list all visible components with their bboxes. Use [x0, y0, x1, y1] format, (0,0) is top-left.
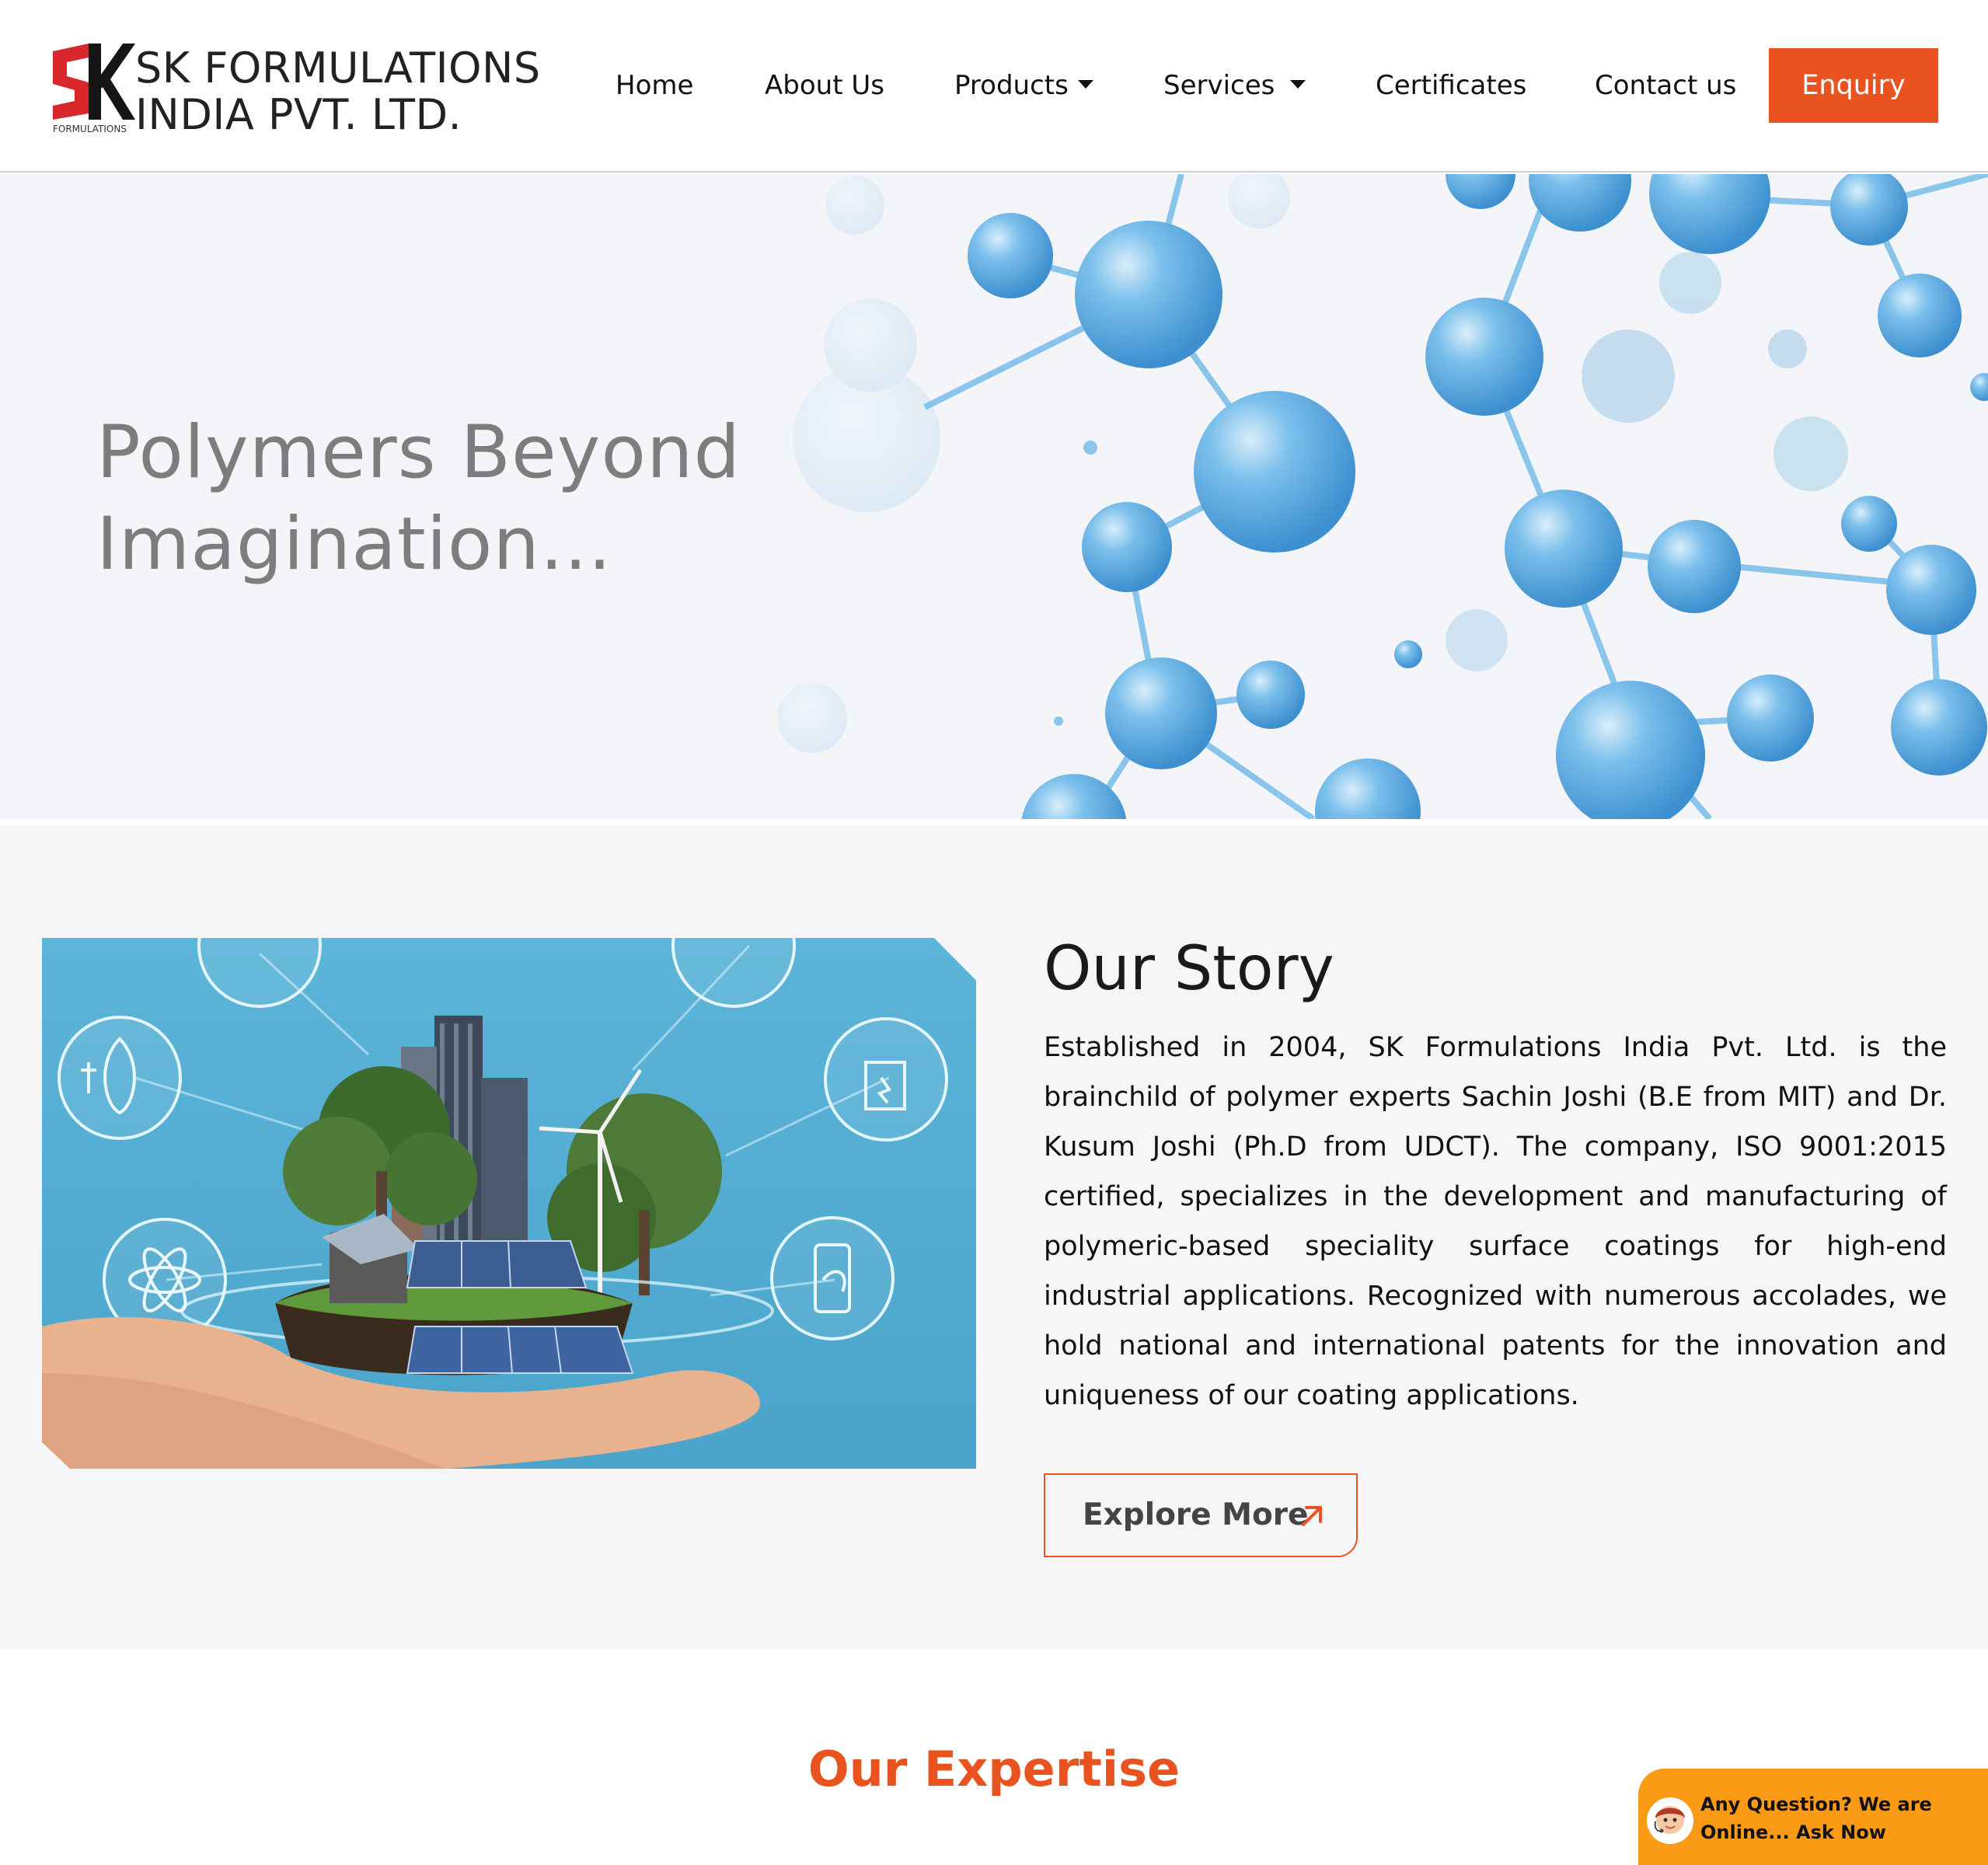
- nav-home[interactable]: Home: [616, 48, 693, 123]
- chat-text-line1: Any Question? We are: [1700, 1794, 1932, 1815]
- enquiry-button[interactable]: Enquiry: [1769, 48, 1938, 123]
- nav-about-us[interactable]: About Us: [765, 48, 884, 123]
- nav-certificates[interactable]: Certificates: [1376, 48, 1526, 123]
- our-story-section: Our Story Established in 2004, SK Formul…: [0, 825, 1988, 1649]
- chat-widget[interactable]: Any Question? We are Online... Ask Now: [1638, 1769, 1988, 1865]
- nav-contact-us[interactable]: Contact us: [1595, 48, 1736, 123]
- arrow-up-right-icon: [1302, 1506, 1322, 1526]
- support-agent-icon: [1647, 1797, 1693, 1844]
- nav-services-label: Services: [1163, 70, 1275, 101]
- hero-title-line1: Polymers Beyond: [96, 410, 741, 495]
- story-paragraph: Established in 2004, SK Formulations Ind…: [1044, 1032, 1947, 1411]
- svg-text:FORMULATIONS: FORMULATIONS: [53, 124, 127, 134]
- hero-title: Polymers Beyond Imagination...: [96, 407, 796, 591]
- chevron-down-icon: [1077, 80, 1093, 89]
- chevron-down-icon: [1290, 80, 1306, 89]
- sk-logo-mark-icon: FORMULATIONS: [53, 44, 135, 134]
- chat-text-line2: Online... Ask Now: [1700, 1821, 1886, 1843]
- explore-more-button[interactable]: Explore More: [1044, 1473, 1358, 1557]
- nav-services[interactable]: Services: [1163, 48, 1306, 123]
- hero-title-line2: Imagination...: [96, 502, 612, 587]
- hero-banner: Polymers Beyond Imagination...: [0, 174, 1988, 819]
- site-header: FORMULATIONS SK FORMULATIONS INDIA PVT. …: [0, 0, 1988, 173]
- explore-more-label: Explore More: [1083, 1497, 1309, 1532]
- company-logo[interactable]: FORMULATIONS SK FORMULATIONS INDIA PVT. …: [48, 44, 546, 139]
- sustainability-illustration-image: [42, 938, 976, 1469]
- logo-text-line1: SK FORMULATIONS: [135, 44, 541, 92]
- nav-products-label: Products: [954, 70, 1069, 101]
- chat-text: Any Question? We are Online... Ask Now: [1700, 1790, 1980, 1846]
- logo-text-line2: INDIA PVT. LTD.: [135, 90, 462, 139]
- story-title: Our Story: [1044, 934, 1334, 1004]
- nav-products[interactable]: Products: [954, 48, 1093, 123]
